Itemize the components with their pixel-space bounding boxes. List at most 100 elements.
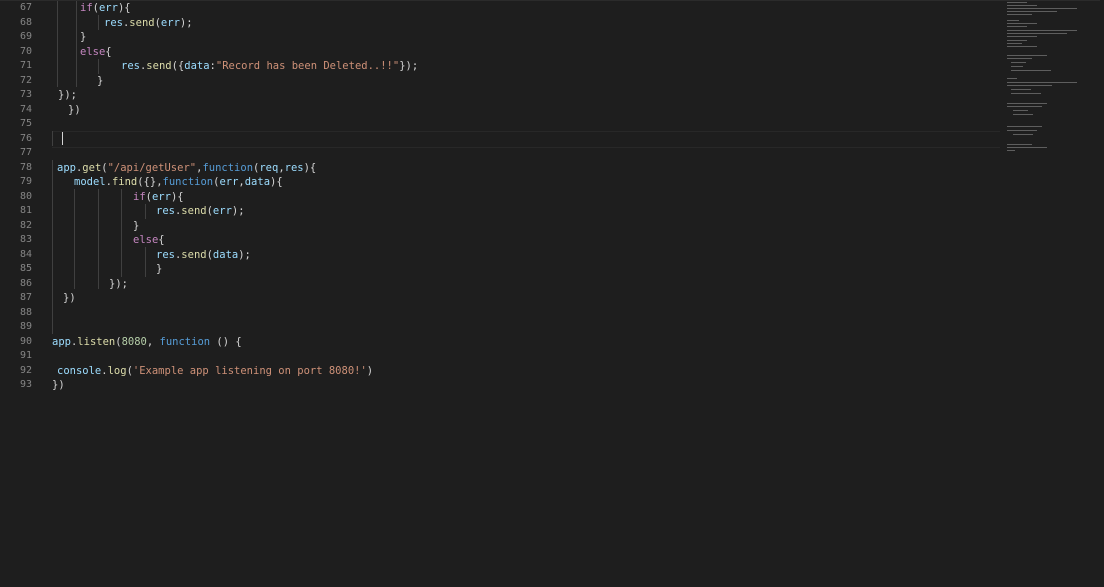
keyword: function [202, 161, 254, 174]
minimap-line [1007, 85, 1052, 86]
indent-guide [98, 189, 99, 289]
code-line-81: res.send(err); [156, 204, 245, 219]
minimap-line [1007, 8, 1077, 9]
code-line-69: } [80, 30, 86, 45]
function-name: find [111, 176, 138, 188]
code-line-90: app.listen(8080, function () { [52, 335, 242, 350]
function-name: send [146, 60, 172, 72]
punct: , [146, 335, 160, 348]
code-line-86: }); [109, 277, 128, 292]
minimap-line [1007, 43, 1022, 44]
indent-guide [52, 131, 53, 146]
minimap-line [1007, 144, 1032, 145]
string-literal: "Record has been Deleted..!!" [215, 60, 400, 72]
punct: ({}, [137, 176, 163, 188]
minimap-line [1007, 78, 1017, 79]
punct: ); [231, 205, 245, 217]
indent-guide [74, 189, 75, 289]
keyword: function [159, 335, 211, 348]
minimap-line [1007, 150, 1015, 151]
minimap-line [1007, 103, 1047, 104]
punct: }) [68, 103, 81, 116]
minimap-line [1007, 36, 1037, 37]
code-line-74: }) [68, 103, 81, 118]
punct: ); [238, 248, 251, 261]
code-line-80: if(err){ [133, 190, 184, 205]
minimap-line [1007, 20, 1019, 21]
punct: ) [366, 364, 374, 377]
punct: ); [179, 16, 193, 29]
variable: app [52, 335, 71, 348]
punct: }) [63, 292, 76, 304]
keyword: if [133, 190, 146, 203]
minimap[interactable] [1003, 0, 1104, 160]
string-literal: "/api/getUser" [107, 161, 197, 174]
indent-guide [98, 15, 99, 30]
minimap-line [1011, 62, 1026, 63]
code-editor[interactable]: 67 68 69 70 71 72 73 74 75 76 77 78 79 8… [0, 0, 1104, 587]
variable: req [259, 161, 279, 174]
keyword: if [80, 2, 93, 14]
keyword: else [80, 45, 106, 58]
variable: data [244, 176, 271, 188]
minimap-line [1007, 106, 1042, 107]
punct: }); [109, 277, 128, 290]
code-line-70: else{ [80, 45, 112, 60]
code-line-72: } [97, 74, 103, 89]
indent-guide [145, 247, 146, 277]
punct: { [158, 234, 165, 246]
variable: err [212, 205, 232, 217]
punct: ){ [270, 176, 283, 188]
code-line-71: res.send({data:"Record has been Deleted.… [121, 59, 418, 74]
variable: model [74, 176, 106, 188]
code-line-78: app.get("/api/getUser",function(req,res)… [57, 161, 316, 176]
indent-guide [57, 1, 58, 87]
string-literal: 'Example app listening on port 8080!' [132, 364, 367, 377]
code-line-92: console.log('Example app listening on po… [57, 364, 373, 379]
keyword: else [133, 234, 159, 246]
punct: }); [58, 89, 77, 101]
minimap-line [1007, 147, 1047, 148]
minimap-line [1007, 130, 1037, 131]
punct: } [97, 74, 104, 87]
minimap-line [1011, 89, 1031, 90]
minimap-line [1013, 114, 1033, 115]
variable: res [284, 161, 304, 174]
variable: err [219, 176, 239, 188]
minimap-line [1007, 2, 1027, 3]
punct: }) [52, 379, 65, 391]
minimap-line [1007, 14, 1032, 15]
punct: ){ [170, 190, 184, 203]
minimap-line [1007, 11, 1057, 12]
keyword: function [162, 176, 214, 188]
variable: res [156, 205, 175, 217]
variable: console [57, 364, 102, 377]
minimap-line [1007, 58, 1032, 59]
minimap-line [1013, 134, 1033, 135]
punct: }); [399, 60, 419, 72]
punct: { [105, 45, 112, 58]
minimap-line [1007, 5, 1037, 6]
vertical-scrollbar[interactable] [1100, 0, 1104, 587]
minimap-line [1007, 33, 1067, 34]
text-cursor [62, 132, 63, 145]
current-line-highlight [52, 131, 1000, 148]
code-line-83: else{ [133, 233, 165, 248]
variable: err [160, 16, 180, 29]
punct: ){ [117, 2, 131, 14]
variable: data [184, 60, 210, 72]
code-line-73: }); [58, 88, 77, 103]
punct: } [133, 219, 140, 232]
minimap-line [1007, 55, 1047, 56]
variable: res [156, 248, 175, 261]
indent-guide [145, 204, 146, 219]
minimap-line [1007, 40, 1027, 41]
code-area[interactable]: if(err){ res.send(err); } else{ res.send… [0, 0, 1000, 587]
function-name: log [107, 364, 127, 377]
punct: } [80, 31, 87, 43]
minimap-line [1013, 110, 1028, 111]
indent-guide [98, 59, 99, 74]
code-line-67: if(err){ [80, 1, 131, 16]
function-name: get [82, 161, 102, 174]
indent-guide [121, 189, 122, 277]
